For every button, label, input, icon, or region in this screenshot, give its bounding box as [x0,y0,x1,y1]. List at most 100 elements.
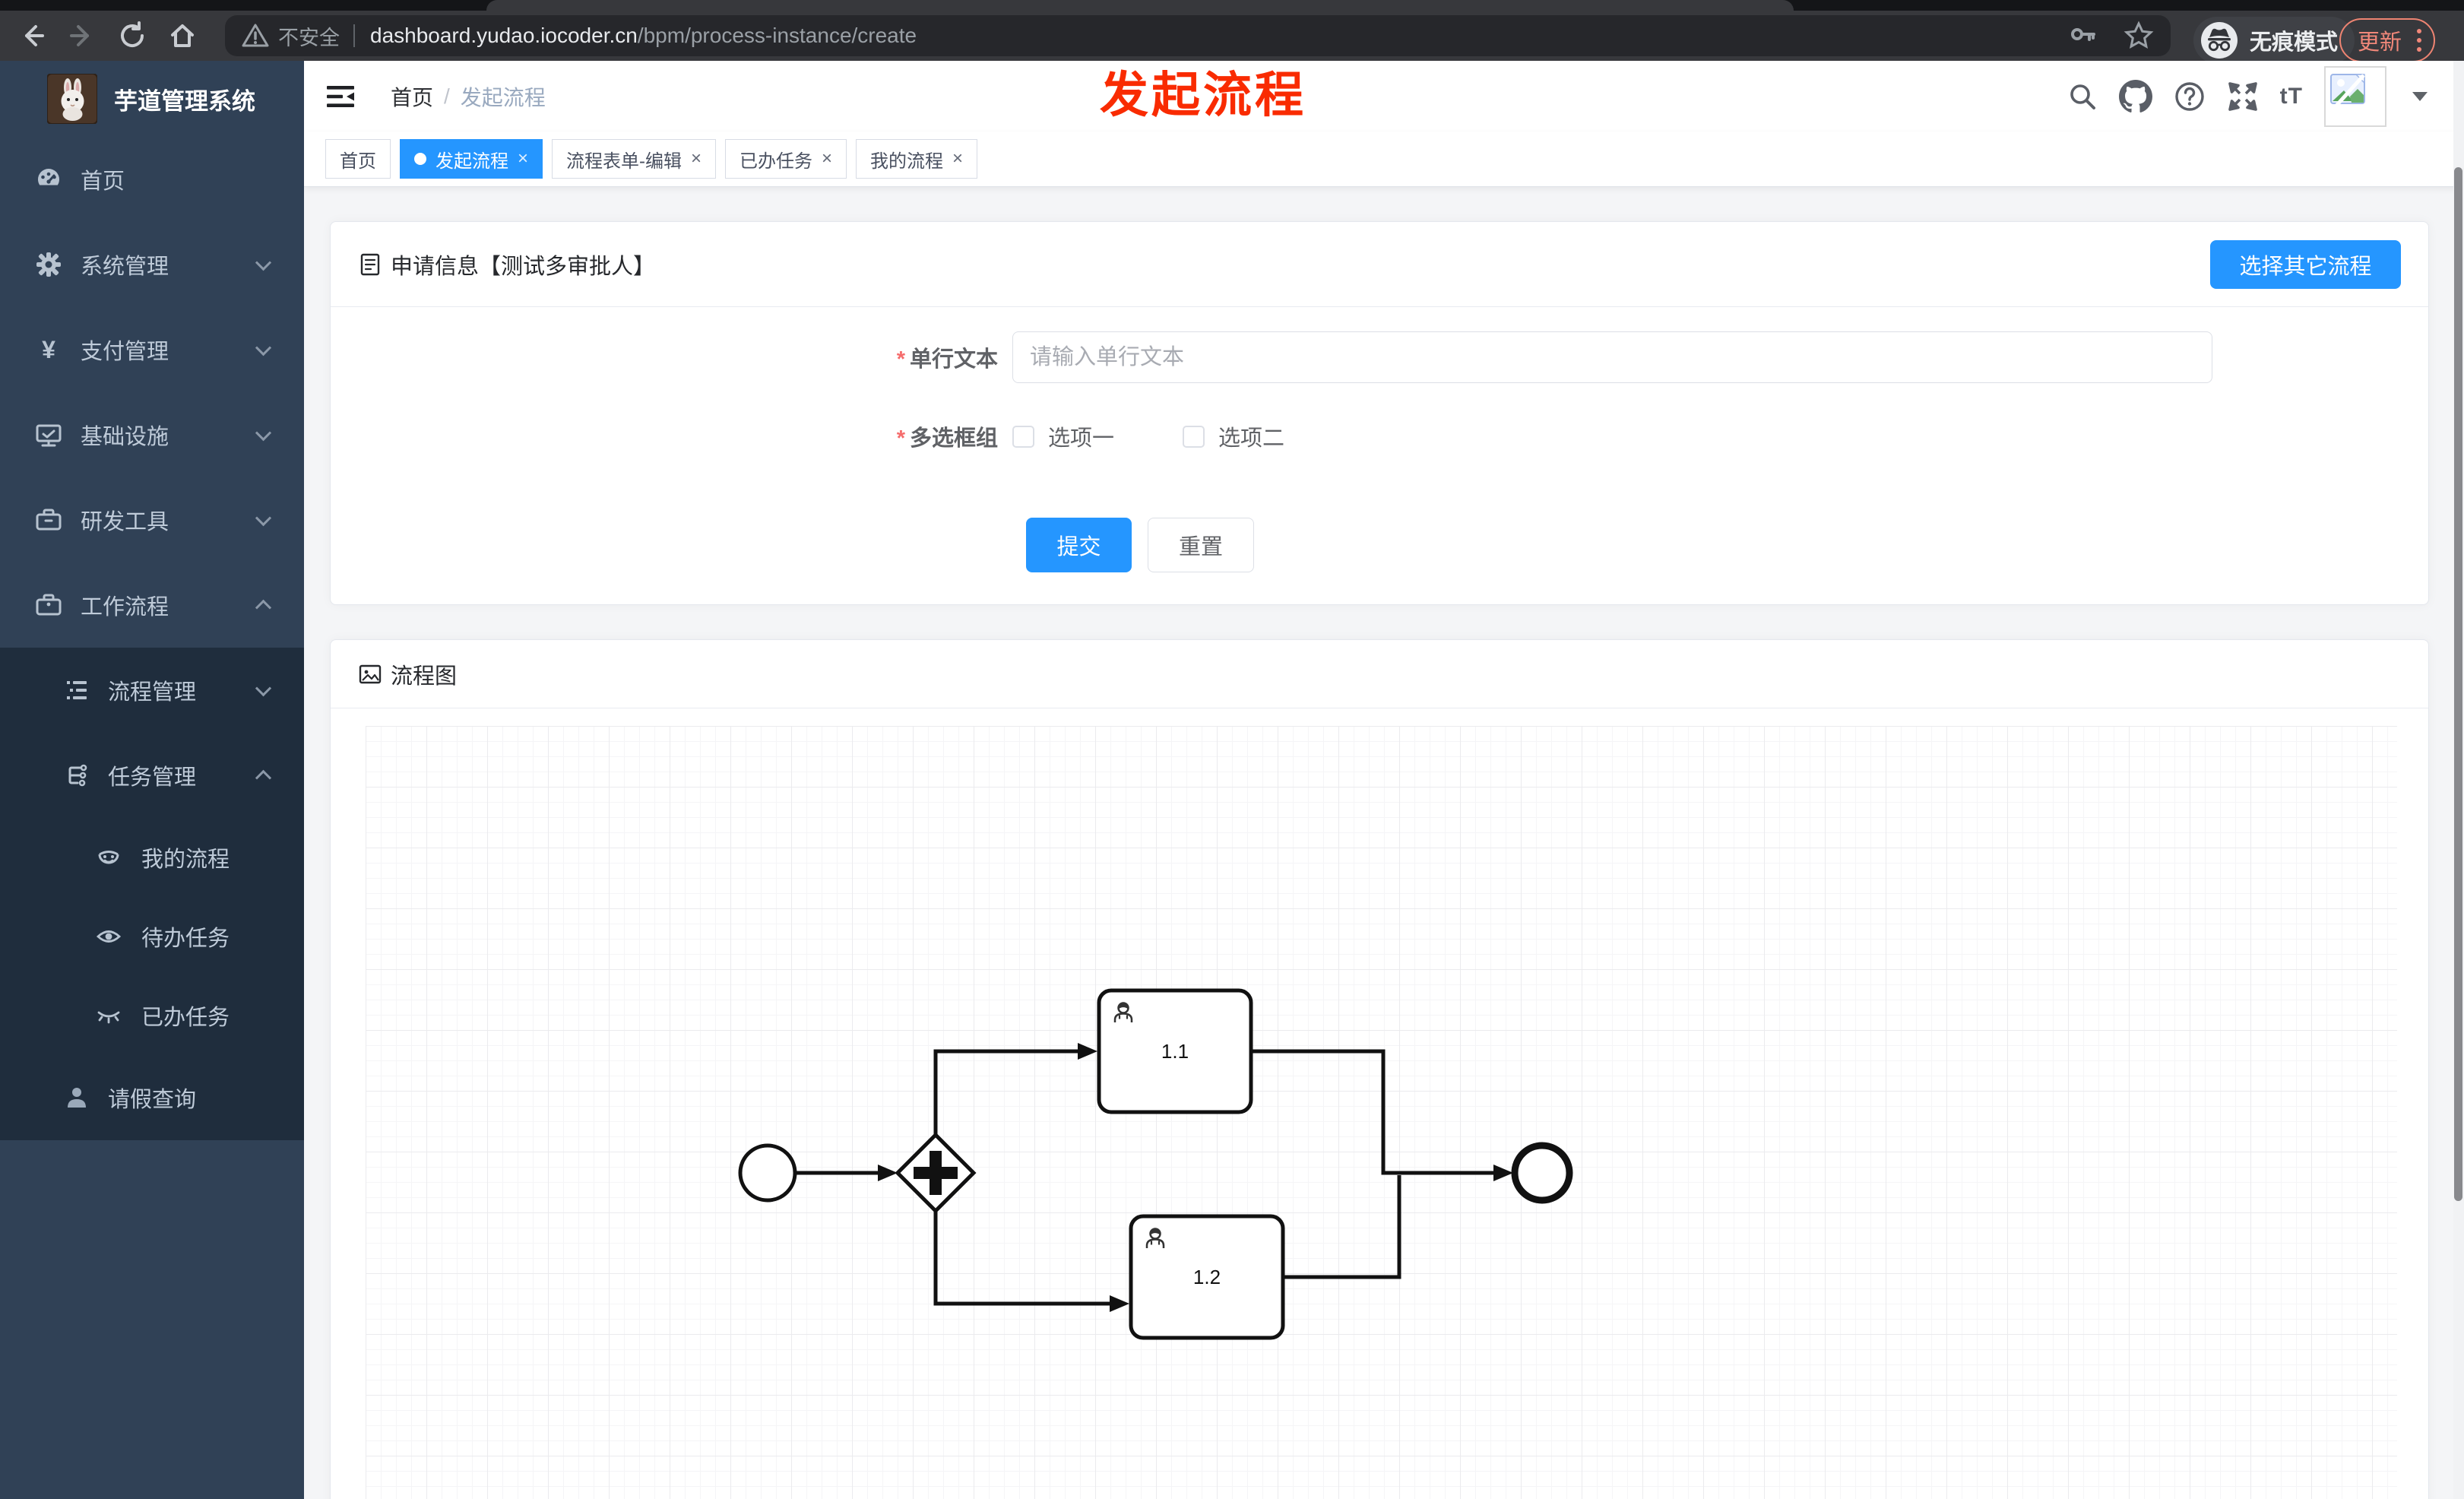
incognito-badge: 无痕模式 [2193,17,2355,64]
main-scrollbar[interactable] [2453,61,2464,1499]
checkbox-label[interactable]: 选项二 [1218,420,1284,452]
single-line-text-input[interactable] [1012,331,2212,383]
sidebar-item-task-mgmt[interactable]: 任务管理 [0,733,304,818]
fullscreen-icon[interactable] [2227,81,2259,113]
broken-image-icon [2330,73,2365,107]
reset-button[interactable]: 重置 [1148,518,1254,572]
security-label[interactable]: 不安全 [278,21,340,51]
close-icon[interactable]: × [518,150,528,168]
browser-menu-icon[interactable] [2417,29,2422,52]
chevron-down-icon [255,424,272,441]
logo-row[interactable]: 芋道管理系统 [0,61,304,137]
tab-home[interactable]: 首页 [325,139,391,179]
url-bar[interactable]: 不安全 dashboard.yudao.iocoder.cn/bpm/proce… [225,15,2171,56]
arrowhead-icon [1078,1043,1097,1060]
collapse-sidebar-icon[interactable] [327,84,354,109]
sidebar-item-workflow[interactable]: 工作流程 [0,563,304,648]
sidebar-item-label: 我的流程 [141,848,230,872]
page-content: 申请信息【测试多审批人】 选择其它流程 *单行文本 *多选框组 选项一 选项二 [304,187,2464,1499]
tab-my-process[interactable]: 我的流程 × [856,139,978,179]
choose-other-process-button[interactable]: 选择其它流程 [2210,240,2401,289]
sidebar-item-label: 流程管理 [108,680,197,705]
forward-icon[interactable] [67,21,97,51]
help-icon[interactable] [2174,81,2206,113]
required-marker: * [896,426,905,451]
sidebar-item-my-process[interactable]: 我的流程 [0,818,304,897]
close-icon[interactable]: × [952,150,963,168]
close-icon[interactable]: × [691,150,702,168]
reload-icon[interactable] [117,21,147,51]
bpmn-user-task-1-2[interactable]: 1.2 [1129,1214,1285,1340]
eye-open-icon [96,930,122,943]
active-dot-icon [414,153,426,165]
scrollbar-thumb[interactable] [2454,167,2462,1201]
breadcrumb-current: 发起流程 [460,85,546,109]
sidebar-item-label: 支付管理 [81,340,169,364]
sidebar-item-todo-tasks[interactable]: 待办任务 [0,897,304,976]
url-path[interactable]: /bpm/process-instance/create [638,24,917,48]
tab-form-edit[interactable]: 流程表单-编辑 × [552,139,717,179]
page-title-annotation: 发起流程 [1100,68,1306,122]
sidebar-item-leave-query[interactable]: 请假查询 [0,1055,304,1140]
sidebar-item-label: 研发工具 [81,510,169,534]
avatar[interactable] [2324,65,2386,127]
checkbox-option-1[interactable] [1012,425,1034,448]
font-size-icon[interactable]: tT [2280,84,2303,109]
smile-face-icon [98,851,119,864]
main-area: 首页 / 发起流程 tT 首页 发起流程 × 流程表单-编辑 × 已办任务 × 我的流 [304,61,2464,1499]
list-tree-icon [67,681,87,699]
app-header: 首页 / 发起流程 tT [304,61,2464,132]
checkbox-label[interactable]: 选项一 [1048,420,1114,452]
eye-closed-icon [97,1011,120,1024]
chevron-down-icon [255,339,272,356]
sidebar-item-home[interactable]: 首页 [0,137,304,222]
apply-info-card-header: 申请信息【测试多审批人】 选择其它流程 [331,222,2428,307]
home-icon[interactable] [167,21,198,51]
search-icon[interactable] [2067,81,2098,112]
sidebar-item-infrastructure[interactable]: 基础设施 [0,392,304,477]
github-icon[interactable] [2118,79,2152,113]
tab-start-process[interactable]: 发起流程 × [400,139,543,179]
chevron-down-icon [255,509,272,526]
back-icon[interactable] [17,21,47,51]
sidebar-item-process-mgmt[interactable]: 流程管理 [0,648,304,733]
flow-task1-to-end [1251,1049,1493,1175]
briefcase-icon [36,594,62,616]
sidebar: 芋道管理系统 首页 系统管理 ¥ 支付管理 基础设施 研发工具 工作流程 流程管… [0,61,304,1499]
process-diagram-card: 流程图 1.1 1.2 [330,639,2429,1499]
sidebar-item-system[interactable]: 系统管理 [0,222,304,307]
bpmn-end-event[interactable] [1511,1142,1573,1204]
bpmn-start-event[interactable] [738,1143,797,1203]
sidebar-item-payment[interactable]: ¥ 支付管理 [0,307,304,392]
picture-icon [359,664,382,683]
sidebar-item-dev-tools[interactable]: 研发工具 [0,477,304,563]
diagram-card-header: 流程图 [331,640,2428,708]
tab-done-tasks[interactable]: 已办任务 × [725,139,847,179]
sidebar-item-label: 请假查询 [108,1088,197,1112]
logo-rabbit-image [47,74,97,124]
browser-update-button[interactable]: 更新 [2339,18,2436,62]
breadcrumb-home[interactable]: 首页 [391,81,433,112]
bpmn-parallel-gateway[interactable] [895,1132,977,1214]
checkbox-option-2[interactable] [1183,425,1205,448]
chevron-down-icon [255,254,272,271]
bpmn-user-task-1-1[interactable]: 1.1 [1097,988,1253,1114]
bpmn-canvas[interactable]: 1.1 1.2 [366,726,2397,1499]
url-host[interactable]: dashboard.yudao.iocoder.cn [370,24,638,48]
browser-chrome: 不安全 dashboard.yudao.iocoder.cn/bpm/proce… [0,0,2464,64]
password-key-icon[interactable] [2069,21,2098,50]
field-label: * 单行文本 [896,347,998,372]
breadcrumb-separator: / [444,84,450,108]
sidebar-item-label: 工作流程 [81,595,169,620]
update-label[interactable]: 更新 [2358,24,2402,56]
avatar-dropdown-caret-icon[interactable] [2412,91,2428,101]
submit-button[interactable]: 提交 [1026,518,1132,572]
app-title: 芋道管理系统 [114,87,255,115]
close-icon[interactable]: × [822,150,832,168]
arrowhead-icon [1110,1295,1129,1312]
apply-info-title: 申请信息【测试多审批人】 [391,254,656,279]
gear-icon [36,252,61,277]
sidebar-item-done-tasks[interactable]: 已办任务 [0,976,304,1055]
bookmark-star-icon[interactable] [2124,21,2154,51]
toolbox-icon [36,509,62,531]
